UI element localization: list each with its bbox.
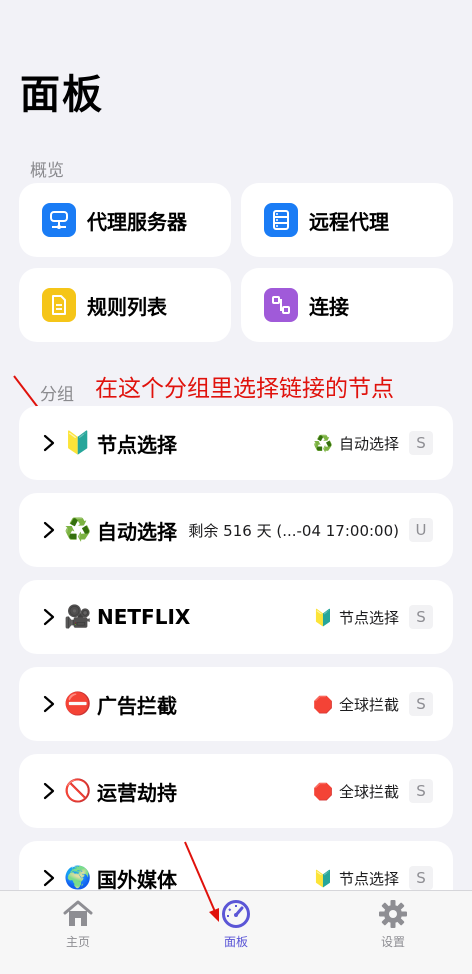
selected-node: 自动选择 <box>338 434 399 453</box>
selected-emoji: 🛑 <box>313 694 333 714</box>
group-type-badge: S <box>409 692 433 716</box>
gear-icon <box>379 900 407 928</box>
tab-bar: 主页 面板 设置 <box>0 890 472 974</box>
group-emoji: 🚫 <box>64 778 92 804</box>
group-type-badge: S <box>409 605 433 629</box>
selected-node: 剩余 516 天 (...-04 17:00:00) <box>188 521 399 540</box>
group-type-badge: S <box>409 866 433 890</box>
tile-label: 代理服务器 <box>87 209 187 234</box>
group-emoji: 🌍 <box>64 865 92 891</box>
connection-icon <box>264 288 298 322</box>
group-row[interactable]: 🎥 NETFLIX 🔰 节点选择 S <box>19 580 453 654</box>
group-type-badge: S <box>409 431 433 455</box>
annotation-text: 在这个分组里选择链接的节点 <box>95 376 394 402</box>
chevron-right-icon <box>43 782 55 800</box>
group-name: NETFLIX <box>97 605 191 629</box>
chevron-right-icon <box>43 695 55 713</box>
selected-emoji: 🛑 <box>313 781 333 801</box>
group-name: 国外媒体 <box>97 867 177 892</box>
group-row[interactable]: ⛔ 广告拦截 🛑 全球拦截 S <box>19 667 453 741</box>
tile-proxy-servers[interactable]: 代理服务器 <box>19 183 231 257</box>
remote-list-icon <box>264 203 298 237</box>
tab-settings[interactable]: 设置 <box>353 899 433 950</box>
tile-label: 远程代理 <box>309 209 389 234</box>
group-emoji: 🔰 <box>64 430 92 456</box>
selected-emoji: ♻️ <box>313 433 333 453</box>
chevron-right-icon <box>43 434 55 452</box>
selected-emoji: 🔰 <box>313 607 333 627</box>
tile-label: 规则列表 <box>87 294 167 319</box>
page-title: 面板 <box>20 72 104 118</box>
group-row[interactable]: 🔰 节点选择 ♻️ 自动选择 S <box>19 406 453 480</box>
home-icon <box>63 900 93 926</box>
group-type-badge: S <box>409 779 433 803</box>
group-emoji: 🎥 <box>64 604 92 630</box>
tab-home[interactable]: 主页 <box>38 899 118 950</box>
selected-node: 全球拦截 <box>338 782 399 801</box>
tab-label: 面板 <box>223 935 248 949</box>
document-icon <box>42 288 76 322</box>
chevron-right-icon <box>43 869 55 887</box>
selected-node: 全球拦截 <box>338 695 399 714</box>
chevron-right-icon <box>43 608 55 626</box>
group-emoji: ⛔ <box>64 691 92 717</box>
group-emoji: ♻️ <box>64 517 92 543</box>
group-name: 运营劫持 <box>97 780 177 805</box>
tab-label: 主页 <box>65 935 90 949</box>
tab-label: 设置 <box>380 935 405 949</box>
group-name: 广告拦截 <box>97 693 177 718</box>
server-icon <box>42 203 76 237</box>
group-row[interactable]: 🚫 运营劫持 🛑 全球拦截 S <box>19 754 453 828</box>
tile-connections[interactable]: 连接 <box>241 268 453 342</box>
selected-emoji: 🔰 <box>313 868 333 888</box>
group-type-badge: U <box>409 518 433 542</box>
selected-node: 节点选择 <box>338 869 399 888</box>
group-name: 自动选择 <box>97 519 177 544</box>
tile-remote-proxies[interactable]: 远程代理 <box>241 183 453 257</box>
tile-rule-list[interactable]: 规则列表 <box>19 268 231 342</box>
section-label-overview: 概览 <box>30 161 64 181</box>
annotation-arrow <box>184 841 219 922</box>
chevron-right-icon <box>43 521 55 539</box>
selected-node: 节点选择 <box>338 608 399 627</box>
tile-label: 连接 <box>309 294 349 319</box>
group-row[interactable]: ♻️ 自动选择 剩余 516 天 (...-04 17:00:00) U <box>19 493 453 567</box>
group-name: 节点选择 <box>97 432 177 457</box>
